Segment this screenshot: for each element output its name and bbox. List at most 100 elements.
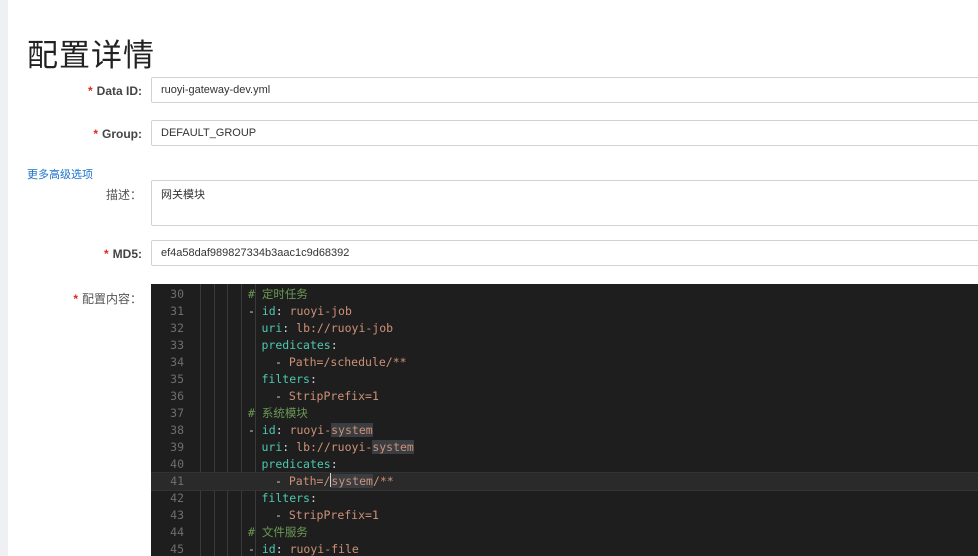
code-token: : [275,304,290,318]
code-editor[interactable]: 30 # 定时任务 31 - id: ruoyi-job 32 uri: lb://ruo… [151,284,978,556]
code-token: id [261,304,276,318]
left-rail [0,0,8,556]
code-text: uri: lb://ruoyi-job [262,320,394,337]
required-mark: * [73,292,78,306]
code-token: # 定时任务 [248,287,308,301]
line-number: 39 [170,440,184,454]
code-text: - Path=/system/** [275,473,394,490]
code-token: - [275,508,289,522]
code-token: system [331,474,373,488]
code-token: predicates [261,457,331,471]
code-token: system [331,423,373,437]
line-number: 38 [170,423,184,437]
code-token: : [330,457,338,471]
code-token: Path=/schedule/** [288,355,407,369]
code-text: filters: [262,371,317,388]
required-mark: * [87,84,93,98]
data-id-field[interactable]: ruoyi-gateway-dev.yml [151,77,978,103]
code-line[interactable]: 30 # 定时任务 [151,286,978,303]
code-line[interactable]: 37 # 系统模块 [151,405,978,422]
required-mark: * [103,247,109,261]
code-line[interactable]: 41 - Path=/system/** [151,472,978,491]
code-token: - [275,474,289,488]
line-number: 44 [170,525,184,539]
code-line[interactable]: 43 - StripPrefix=1 [151,507,978,524]
code-line[interactable]: 32 uri: lb://ruoyi-job [151,320,978,337]
line-number: 32 [170,321,184,335]
code-token: : [309,491,317,505]
code-token: ruoyi- [289,423,332,437]
config-detail-page: 配置详情 * Data ID: ruoyi-gateway-dev.yml * Gr… [0,0,978,556]
code-token: ruoyi-file [289,542,359,556]
line-number: 36 [170,389,184,403]
code-text: # 文件服务 [248,524,308,541]
code-text: - StripPrefix=1 [275,507,379,524]
code-token: - [275,355,289,369]
code-token: ruoyi-job [289,304,352,318]
code-token: id [261,423,276,437]
code-token: # 系统模块 [248,406,308,420]
group-field[interactable]: DEFAULT_GROUP [151,120,978,146]
code-token: # 文件服务 [248,525,308,539]
line-number: 45 [170,542,184,556]
line-number: 33 [170,338,184,352]
code-text: # 系统模块 [248,405,308,422]
code-token: predicates [261,338,331,352]
code-token: : [309,372,317,386]
code-line[interactable]: 31 - id: ruoyi-job [151,303,978,320]
code-token: StripPrefix=1 [288,389,379,403]
code-text: - id: ruoyi-job [248,303,352,320]
line-number: 31 [170,304,184,318]
code-token: Path=/ [288,474,331,488]
code-line[interactable]: 45 - id: ruoyi-file [151,541,978,556]
code-text: predicates: [262,456,338,473]
code-token: uri [261,440,283,454]
code-token: : [282,440,297,454]
code-line[interactable]: 36 - StripPrefix=1 [151,388,978,405]
line-number: 35 [170,372,184,386]
code-text: - id: ruoyi-system [248,422,373,439]
code-token: - [248,304,262,318]
line-number: 30 [170,287,184,301]
code-line[interactable]: 35 filters: [151,371,978,388]
group-label: * Group: [93,127,142,141]
line-number: 42 [170,491,184,505]
code-text: # 定时任务 [248,286,308,303]
code-token: lb://ruoyi- [296,440,373,454]
line-number: 41 [170,474,184,488]
code-token: filters [261,491,310,505]
line-number: 40 [170,457,184,471]
code-line[interactable]: 44 # 文件服务 [151,524,978,541]
code-token: StripPrefix=1 [288,508,379,522]
code-line[interactable]: 40 predicates: [151,456,978,473]
code-token: lb://ruoyi-job [296,321,394,335]
code-line[interactable]: 33 predicates: [151,337,978,354]
code-token: system [372,440,414,454]
required-mark: * [93,127,98,141]
md5-field[interactable]: ef4a58daf989827334b3aac1c9d68392 [151,240,978,266]
code-token: : [330,338,338,352]
code-token: - [248,542,262,556]
code-text: - StripPrefix=1 [275,388,379,405]
md5-label: * MD5: [103,247,142,261]
code-token: filters [261,372,310,386]
code-token: - [275,389,289,403]
code-text: filters: [262,490,317,507]
description-label: 描述： [105,188,142,202]
page-title: 配置详情 [27,38,155,74]
code-line[interactable]: 38 - id: ruoyi-system [151,422,978,439]
code-text: - id: ruoyi-file [248,541,359,556]
more-advanced-options-link[interactable]: 更多高级选项 [27,166,93,182]
code-line[interactable]: 42 filters: [151,490,978,507]
code-line[interactable]: 39 uri: lb://ruoyi-system [151,439,978,456]
code-text: predicates: [262,337,338,354]
content-label: * 配置内容： [73,292,142,306]
code-token: : [275,542,290,556]
code-text: uri: lb://ruoyi-system [262,439,414,456]
code-token: id [261,542,276,556]
code-line[interactable]: 34 - Path=/schedule/** [151,354,978,371]
code-token: : [275,423,290,437]
line-number: 37 [170,406,184,420]
code-token: : [282,321,297,335]
description-field[interactable]: 网关模块 [151,180,978,226]
